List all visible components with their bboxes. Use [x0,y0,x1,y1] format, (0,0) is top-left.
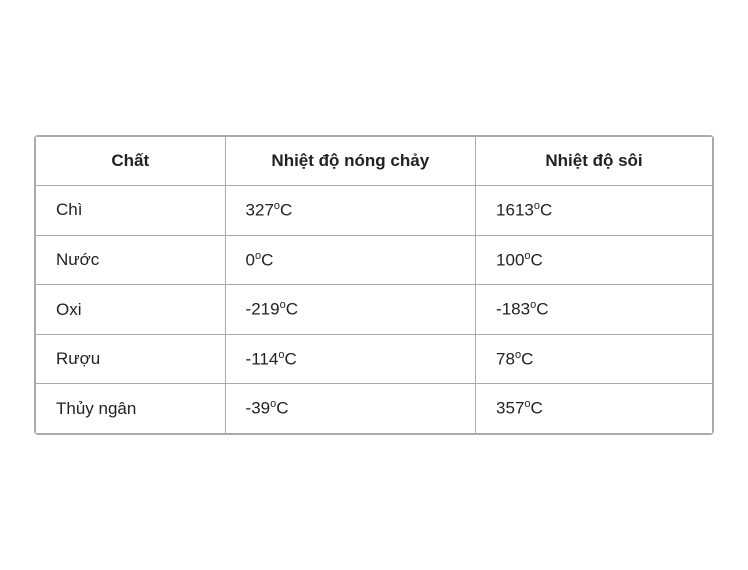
table-row: Nước0oC100oC [36,235,713,285]
table-header-row: Chất Nhiệt độ nóng chảy Nhiệt độ sôi [36,136,713,185]
table-row: Rượu-114oC78oC [36,334,713,384]
cell-chat: Chì [36,185,226,235]
table-row: Chì327oC1613oC [36,185,713,235]
header-chat: Chất [36,136,226,185]
cell-chat: Rượu [36,334,226,384]
cell-nong-chay: -219oC [225,285,475,335]
header-nong-chay: Nhiệt độ nóng chảy [225,136,475,185]
cell-soi: 100oC [476,235,713,285]
cell-soi: 78oC [476,334,713,384]
cell-chat: Nước [36,235,226,285]
cell-nong-chay: -39oC [225,384,475,434]
table-row: Oxi-219oC-183oC [36,285,713,335]
cell-nong-chay: 0oC [225,235,475,285]
table-row: Thủy ngân-39oC357oC [36,384,713,434]
cell-chat: Thủy ngân [36,384,226,434]
cell-chat: Oxi [36,285,226,335]
header-soi: Nhiệt độ sôi [476,136,713,185]
cell-soi: 1613oC [476,185,713,235]
data-table: Chất Nhiệt độ nóng chảy Nhiệt độ sôi Chì… [34,135,714,435]
cell-soi: -183oC [476,285,713,335]
cell-soi: 357oC [476,384,713,434]
cell-nong-chay: 327oC [225,185,475,235]
cell-nong-chay: -114oC [225,334,475,384]
